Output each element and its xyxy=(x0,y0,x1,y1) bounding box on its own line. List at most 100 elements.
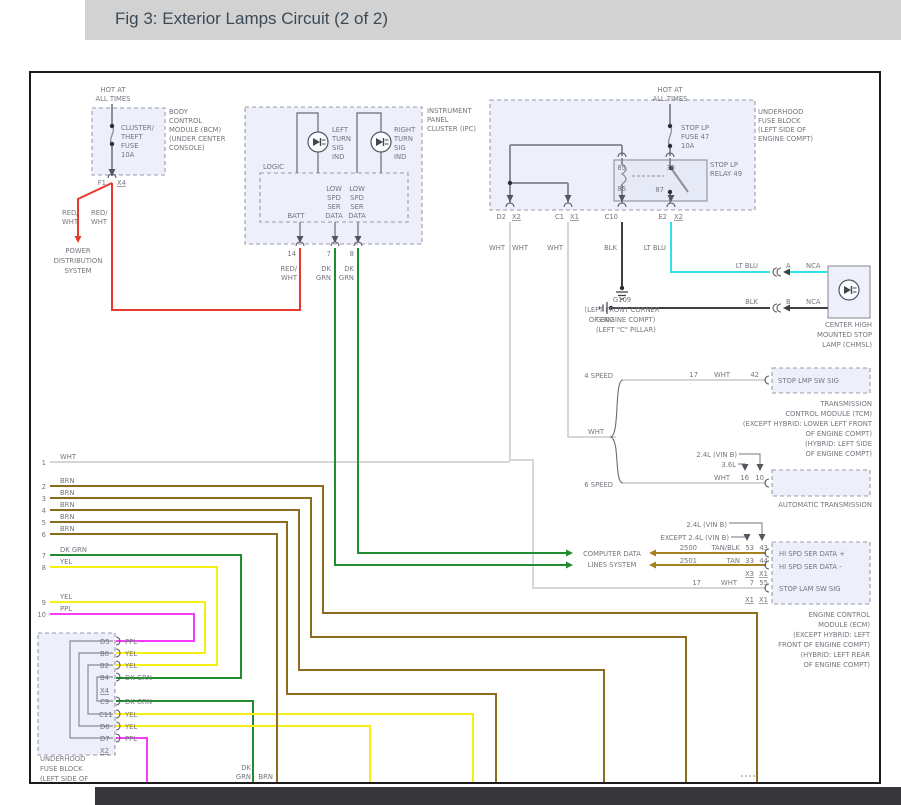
diagram-label: OF ENGINE COMPT) xyxy=(806,430,873,438)
diagram-label: SPD xyxy=(327,194,341,202)
diagram-label: GRN xyxy=(316,274,331,282)
diagram-label: WHT xyxy=(547,244,564,252)
diagram-label: IND xyxy=(394,153,406,161)
diagram-label: SER xyxy=(350,203,364,211)
diagram-label: (LEFT FRONT CORNER xyxy=(584,306,659,314)
component-box xyxy=(613,159,708,202)
diagram-label: PPL xyxy=(125,735,137,743)
diagram-label: IND xyxy=(332,153,344,161)
diagram-label: 6 SPEED xyxy=(584,481,613,489)
diagram-label: 42 xyxy=(750,371,759,379)
diagram-label: WHT xyxy=(714,474,731,482)
diagram-label: 55 xyxy=(759,579,768,587)
diagram-label: (EXCEPT HYBRID: LEFT xyxy=(793,631,871,639)
diagram-label: 4 SPEED xyxy=(584,372,613,380)
diagram-label: LOW xyxy=(349,185,365,193)
wiring-diagram: HOT ATALL TIMESCLUSTER/THEFTFUSE10ABODYC… xyxy=(29,71,881,784)
diagram-label: LEFT xyxy=(332,126,349,134)
diagram-label: AUTOMATIC TRANSMISSION xyxy=(778,501,872,509)
diagram-label: GRN xyxy=(339,274,354,282)
diagram-label: 33 xyxy=(745,557,754,565)
diagram-label: BRN xyxy=(60,501,74,509)
diagram-label: X1 xyxy=(745,596,754,604)
diagram-label: (UNDER CENTER xyxy=(169,135,226,143)
diagram-label: X1 xyxy=(759,596,768,604)
junction-dot xyxy=(667,123,673,129)
diagram-label: 30 xyxy=(666,164,675,172)
diagram-label: 2.4L (VIN B) xyxy=(686,521,727,529)
diagram-label: X2 xyxy=(674,213,683,221)
diagram-label: POWER xyxy=(65,247,90,255)
diagram-label: GRN xyxy=(236,773,251,781)
diagram-label: D7 xyxy=(100,735,110,743)
diagram-label: B xyxy=(786,298,791,306)
diagram-label: 3.6L xyxy=(721,461,736,469)
diagram-label: PANEL xyxy=(427,116,449,124)
diagram-label: HOT AT xyxy=(657,86,683,94)
diagram-label: 8 xyxy=(42,564,46,572)
diagram-label: 10 xyxy=(37,611,46,619)
diagram-label: 14 xyxy=(287,250,296,258)
diagram-label: PPL xyxy=(125,638,137,646)
diagram-label: 2500 xyxy=(680,544,697,552)
diagram-label: NCA xyxy=(806,262,821,270)
junction-dot xyxy=(667,189,673,195)
diagram-label: 17 xyxy=(692,579,701,587)
diagram-label: RELAY 49 xyxy=(710,170,742,178)
diagram-label: DATA xyxy=(325,212,343,220)
diagram-label: (EXCEPT HYBRID: LOWER LEFT FRONT xyxy=(743,420,873,428)
junction-dot xyxy=(619,285,625,291)
diagram-label: WHT xyxy=(281,274,298,282)
diagram-label: D6 xyxy=(100,723,110,731)
diagram-label: WHT xyxy=(714,371,731,379)
diagram-label: B2 xyxy=(100,662,109,670)
diagram-label: 1 xyxy=(42,459,46,467)
diagram-label: X4 xyxy=(117,179,126,187)
diagram-label: YEL xyxy=(59,593,72,601)
diagram-label: STOP LP xyxy=(681,124,709,132)
diagram-label: (HYBRID: LEFT REAR xyxy=(800,651,870,659)
diagram-label: SPD xyxy=(350,194,364,202)
diagram-label: MOUNTED STOP xyxy=(817,331,872,339)
diagram-label: UNDERHOOD xyxy=(40,755,85,763)
diagram-label: 7 xyxy=(327,250,331,258)
diagram-label: LT BLU xyxy=(736,262,758,270)
diagram-label: FUSE xyxy=(121,142,139,150)
diagram-label: YEL xyxy=(124,723,137,731)
diagram-label: TURN xyxy=(393,135,413,143)
diagram-label: X4 xyxy=(100,687,109,695)
diagram-label: X1 xyxy=(570,213,579,221)
diagram-label: FRONT OF ENGINE COMPT) xyxy=(778,641,870,649)
diagram-label: (LEFT SIDE OF xyxy=(758,126,806,134)
diagram-label: 3 xyxy=(42,495,46,503)
diagram-label: NCA xyxy=(806,298,821,306)
diagram-label: RED/ xyxy=(91,209,108,217)
diagram-label: (LEFT "C" PILLAR) xyxy=(596,326,656,334)
diagram-label: 86 xyxy=(617,185,626,193)
component-box xyxy=(771,469,871,497)
diagram-label: 7 xyxy=(42,552,46,560)
diagram-label: RED/ xyxy=(62,209,79,217)
diagram-label: YEL xyxy=(124,662,137,670)
diagram-label: DK GRN xyxy=(125,698,152,706)
diagram-label: C1 xyxy=(555,213,564,221)
diagram-label: LT BLU xyxy=(644,244,666,252)
diagram-label: STOP LAM SW SIG xyxy=(779,585,840,593)
diagram-label: B6 xyxy=(100,650,109,658)
diagram-label: ENGINE CONTROL xyxy=(809,611,871,619)
diagram-label: 2.4L (VIN B) xyxy=(696,451,737,459)
diagram-label: FUSE BLOCK xyxy=(758,117,801,125)
diagram-label: RED/ xyxy=(280,265,297,273)
diagram-label: COMPUTER DATA xyxy=(583,550,641,558)
diagram-label: 6 xyxy=(42,531,46,539)
diagram-label: 9 xyxy=(42,599,46,607)
diagram-label: C11 xyxy=(99,711,112,719)
diagram-label: YEL xyxy=(124,650,137,658)
diagram-label: C9 xyxy=(100,698,109,706)
diagram-label: FUSE 47 xyxy=(681,133,709,141)
diagram-label: WHT xyxy=(91,218,108,226)
diagram-label: HOT AT xyxy=(100,86,126,94)
diagram-label: YEL xyxy=(59,558,72,566)
diagram-label: FUSE BLOCK xyxy=(40,765,83,773)
diagram-label: TAN/BLK xyxy=(710,544,740,552)
